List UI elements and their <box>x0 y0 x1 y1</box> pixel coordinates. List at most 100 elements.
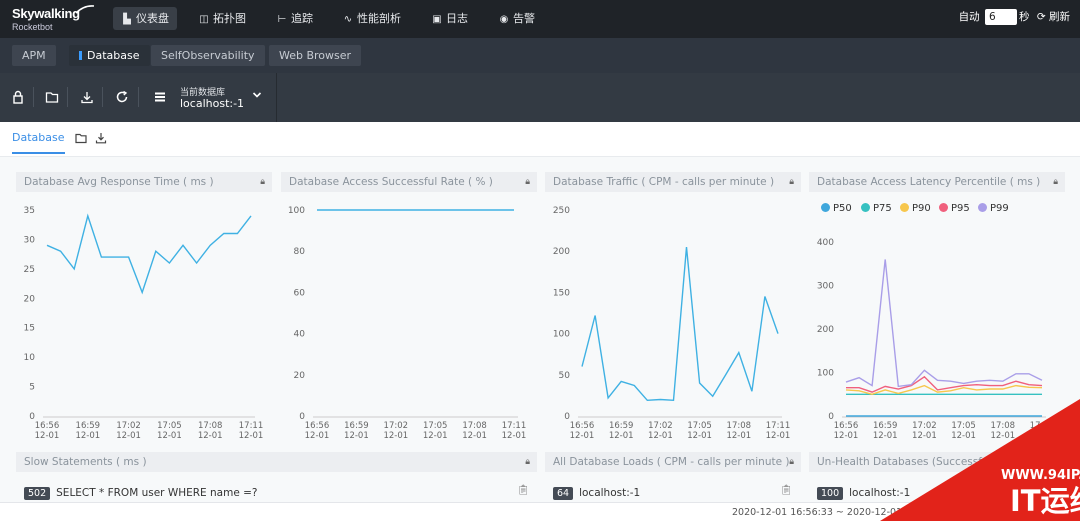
app-logo[interactable]: Skywalking Rocketbot <box>12 5 95 32</box>
reload-icon[interactable] <box>115 90 129 104</box>
nav-item-5[interactable]: ◉ 告警 <box>490 7 543 30</box>
auto-label: 自动 <box>958 11 980 23</box>
tab-web-browser[interactable]: Web Browser <box>269 45 362 66</box>
y-tick-label: 15 <box>24 324 35 334</box>
nav-item-label: 拓扑图 <box>213 12 246 25</box>
download-icon[interactable] <box>80 90 94 104</box>
lock-icon[interactable] <box>11 90 25 104</box>
x-tick-label: 16:56 <box>834 421 859 431</box>
x-tick-label: 17:08 <box>198 421 223 431</box>
avg-response-panel: Database Avg Response Time ( ms ) 🔒︎ 0 5 10… <box>16 172 272 444</box>
series-line-0 <box>581 247 779 402</box>
y-tick-label: 20 <box>24 294 36 304</box>
logo-swoosh-icon <box>75 5 95 14</box>
x-tick-label: 17:08 <box>462 421 487 431</box>
x-tick-label-date: 12-01 <box>462 431 487 441</box>
clipboard-icon[interactable]: 📋︎ <box>780 485 793 496</box>
tab-apm[interactable]: APM <box>12 45 56 66</box>
clipboard-icon[interactable]: 📋︎ <box>517 485 530 496</box>
x-tick-label: 16:59 <box>76 421 101 431</box>
database-icon <box>155 92 165 102</box>
bar-chart-icon: ▙ <box>123 14 131 25</box>
y-tick-label: 200 <box>553 247 570 257</box>
x-tick-label: 16:56 <box>305 421 330 431</box>
nav-item-0[interactable]: ▙ 仪表盘 <box>113 7 177 30</box>
active-tab-marker <box>79 51 82 60</box>
auto-interval-input[interactable]: 6 <box>985 9 1017 25</box>
nav-item-label: 性能剖析 <box>357 12 401 25</box>
nav-item-4[interactable]: ▣ 日志 <box>423 7 476 30</box>
x-tick-label-date: 12-01 <box>423 431 448 441</box>
x-tick-label-date: 12-01 <box>35 431 60 441</box>
x-tick-label-date: 12-01 <box>609 431 634 441</box>
profile-icon: ∿ <box>343 14 353 25</box>
series-line-P99 <box>845 259 1043 388</box>
dashboard-toolbar: 当前数据库 localhost:-1 <box>0 73 1080 122</box>
y-tick-label: 35 <box>24 206 35 216</box>
x-tick-label: 16:59 <box>344 421 369 431</box>
statement-text: SELECT * FROM user WHERE name =? <box>56 487 258 499</box>
value-badge: 64 <box>553 487 574 500</box>
y-tick-label: 5 <box>29 383 35 393</box>
lock-icon[interactable]: 🔒︎ <box>789 452 794 472</box>
y-tick-label: 40 <box>294 330 306 340</box>
alarm-icon: ◉ <box>499 14 509 25</box>
database-selector-value: localhost:-1 <box>180 97 245 110</box>
panel-header: Slow Statements ( ms ) 🔒︎ <box>16 452 537 472</box>
db-loads-panel: All Database Loads ( CPM - calls per min… <box>545 452 801 502</box>
tab-database-label: Database <box>87 49 140 62</box>
lock-icon[interactable]: 🔒︎ <box>525 452 530 472</box>
x-tick-label: 17:02 <box>116 421 141 431</box>
y-tick-label: 20 <box>294 371 306 381</box>
x-tick-label-date: 12-01 <box>570 431 595 441</box>
nav-item-1[interactable]: ◫ 拓扑图 <box>190 7 254 30</box>
x-tick-label: 17:11 <box>502 421 527 431</box>
download-icon[interactable] <box>95 132 107 144</box>
tab-selfobservability[interactable]: SelfObservability <box>151 45 265 66</box>
y-tick-label: 80 <box>294 247 306 257</box>
x-tick-label-date: 12-01 <box>344 431 369 441</box>
list-item: 64 localhost:-1 <box>553 487 640 500</box>
series-line-P95 <box>846 375 1043 393</box>
x-tick-label-date: 12-01 <box>239 431 264 441</box>
nav-item-2[interactable]: ⊢ 追踪 <box>268 7 321 30</box>
value-badge: 502 <box>24 487 51 500</box>
x-tick-label: 17:02 <box>384 421 409 431</box>
x-tick-label-date: 12-01 <box>726 431 751 441</box>
x-tick-label: 17:05 <box>157 421 182 431</box>
refresh-button[interactable]: 刷新 <box>1049 11 1070 23</box>
topology-icon: ◫ <box>199 14 209 25</box>
x-tick-label-date: 12-01 <box>116 431 141 441</box>
x-tick-label: 17:05 <box>687 421 712 431</box>
watermark-name: IT运维空间 <box>1010 484 1080 518</box>
x-tick-label-date: 12-01 <box>383 431 408 441</box>
x-tick-label: 17:05 <box>423 421 448 431</box>
x-tick-label-date: 12-01 <box>502 431 527 441</box>
y-tick-label: 30 <box>24 235 36 245</box>
y-tick-label: 100 <box>288 206 305 216</box>
page-tab-database[interactable]: Database <box>12 131 65 154</box>
y-tick-label: 25 <box>24 265 35 275</box>
x-tick-label-date: 12-01 <box>75 431 100 441</box>
nav-item-3[interactable]: ∿ 性能剖析 <box>334 7 409 30</box>
refresh-icon[interactable]: ⟳ <box>1037 11 1046 23</box>
dashboard-tabs: APM Database SelfObservability Web Brows… <box>0 38 1080 73</box>
x-tick-label-date: 12-01 <box>305 431 330 441</box>
success-rate-panel: Database Access Successful Rate ( % ) 🔒︎ … <box>281 172 537 444</box>
chevron-down-icon <box>252 92 262 98</box>
x-tick-label: 16:56 <box>35 421 60 431</box>
watermark-url: WWW.94IP.COM <box>1001 468 1080 483</box>
panel-header: All Database Loads ( CPM - calls per min… <box>545 452 801 472</box>
tab-database[interactable]: Database <box>69 45 150 66</box>
auto-refresh: 自动 6秒 ⟳ 刷新 <box>959 9 1070 25</box>
y-tick-label: 250 <box>553 206 570 216</box>
slow-statements-panel: Slow Statements ( ms ) 🔒︎ 502 SELECT * FRO… <box>16 452 537 502</box>
panel-title: Slow Statements ( ms ) <box>24 456 147 468</box>
y-tick-label: 60 <box>294 288 306 298</box>
folder-icon[interactable] <box>75 132 87 144</box>
seconds-label: 秒 <box>1019 11 1030 23</box>
folder-icon[interactable] <box>45 90 59 104</box>
traffic-panel: Database Traffic ( CPM - calls per minut… <box>545 172 801 444</box>
y-tick-label: 50 <box>559 371 571 381</box>
x-tick-label-date: 12-01 <box>834 431 859 441</box>
